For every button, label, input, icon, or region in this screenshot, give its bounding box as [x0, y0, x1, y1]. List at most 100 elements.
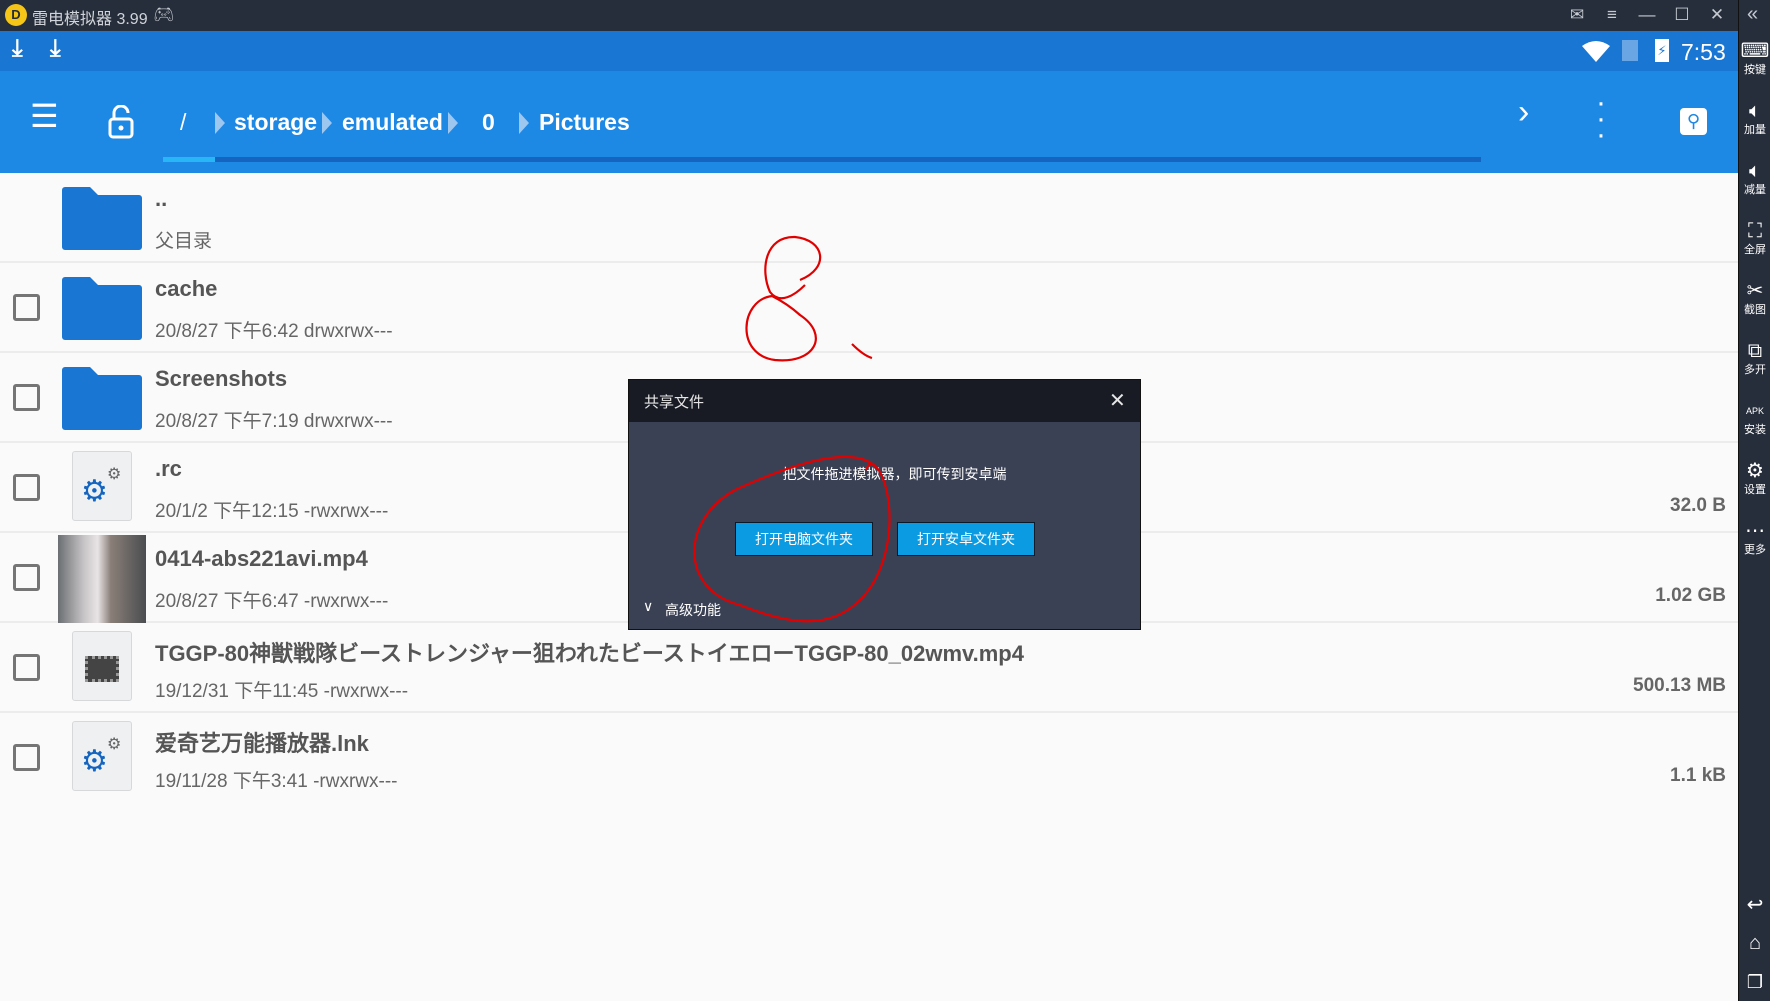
breadcrumb-arrow-icon — [519, 112, 529, 134]
breadcrumb-pictures[interactable]: Pictures — [539, 109, 630, 136]
lock-open-icon[interactable] — [108, 105, 134, 139]
sidebar-item-multi[interactable]: ⧉ 多开 — [1739, 340, 1770, 377]
select-checkbox[interactable] — [13, 654, 40, 681]
sidebar-item-settings[interactable]: ⚙ 设置 — [1739, 460, 1770, 497]
select-checkbox[interactable] — [13, 384, 40, 411]
video-file-icon — [72, 631, 132, 701]
folder-icon — [62, 187, 142, 250]
volume-down-icon: 🔈︎ — [1749, 160, 1761, 182]
file-name: TGGP-80神獣戦隊ビーストレンジャー狙われたビーストイエローTGGP-80_… — [155, 641, 1024, 666]
video-thumbnail — [58, 535, 146, 623]
mail-icon[interactable]: ✉ — [1565, 4, 1589, 26]
sidebar-label: 减量 — [1744, 184, 1766, 196]
file-name: .. — [155, 186, 168, 211]
settings-file-icon: ⚙ ⚙ — [72, 721, 132, 791]
sidebar-label: 设置 — [1744, 484, 1766, 496]
file-size: 1.02 GB — [1655, 585, 1726, 606]
sidebar-item-volume-down[interactable]: 🔈︎ 减量 — [1739, 160, 1770, 197]
hamburger-menu-icon[interactable]: ☰ — [30, 97, 59, 135]
sidebar-item-volume-up[interactable]: 🔈︎ 加量 — [1739, 100, 1770, 137]
file-meta: 19/12/31 下午11:45 -rwxrwx--- — [155, 681, 409, 702]
file-manager-toolbar: ☰ / storage emulated 0 Pictures › · · · ⚲ — [0, 71, 1738, 173]
select-checkbox[interactable] — [13, 564, 40, 591]
fullscreen-icon: ⛶ — [1748, 220, 1762, 242]
gear-icon: ⚙ — [1746, 460, 1764, 482]
sidebar-label: 多开 — [1744, 364, 1766, 376]
file-meta: 20/8/27 下午6:42 drwxrwx--- — [155, 321, 393, 342]
file-size: 32.0 B — [1670, 495, 1726, 516]
clock: 7:53 — [1681, 39, 1726, 65]
file-name: 爱奇艺万能播放器.lnk — [155, 731, 369, 756]
home-icon[interactable]: ⌂ — [1739, 932, 1770, 955]
chevron-right-icon[interactable]: › — [1518, 93, 1529, 132]
no-sim-icon — [1622, 40, 1638, 61]
file-meta: 20/8/27 下午7:19 drwxrwx--- — [155, 411, 393, 432]
wifi-icon — [1582, 41, 1610, 62]
breadcrumb-arrow-icon — [448, 112, 458, 134]
chevron-down-icon[interactable]: ∨ — [643, 598, 653, 615]
breadcrumb-storage[interactable]: storage — [234, 109, 317, 136]
gamepad-icon[interactable]: 🎮︎ — [152, 4, 176, 26]
list-item[interactable]: ⚙ ⚙ 爱奇艺万能播放器.lnk 19/11/28 下午3:41 -rwxrwx-… — [0, 713, 1738, 803]
select-checkbox[interactable] — [13, 294, 40, 321]
dialog-message: 把文件拖进模拟器，即可传到安卓端 — [782, 466, 1007, 482]
sidebar-item-keys[interactable]: ⌨ 按键 — [1739, 40, 1770, 77]
collapse-sidebar-icon[interactable]: « — [1747, 3, 1758, 26]
file-name: .rc — [155, 456, 182, 481]
menu-icon[interactable]: ≡ — [1600, 4, 1624, 26]
file-name: Screenshots — [155, 366, 288, 391]
back-icon[interactable]: ↩ — [1739, 892, 1770, 917]
file-name: 0414-abs221avi.mp4 — [155, 546, 368, 571]
breadcrumb-emulated[interactable]: emulated — [342, 109, 443, 136]
select-checkbox[interactable] — [13, 474, 40, 501]
breadcrumb-root[interactable]: / — [180, 109, 186, 136]
open-pc-folder-button[interactable]: 打开电脑文件夹 — [735, 522, 873, 556]
file-size: 1.1 kB — [1670, 765, 1726, 786]
sidebar-label: 全屏 — [1744, 244, 1766, 256]
sidebar-item-screenshot[interactable]: ✂ 截图 — [1739, 280, 1770, 317]
sidebar-label: 更多 — [1744, 544, 1766, 556]
scroll-progress-track — [163, 157, 1481, 162]
breadcrumb-arrow-icon — [322, 112, 332, 134]
battery-charging-icon: ⚡ — [1655, 39, 1669, 62]
more-icon: ⋯ — [1745, 520, 1765, 542]
close-icon[interactable]: ✕ — [1109, 388, 1126, 413]
file-name: cache — [155, 276, 218, 301]
folder-icon — [62, 367, 142, 430]
file-meta: 父目录 — [155, 231, 213, 252]
select-checkbox[interactable] — [13, 744, 40, 771]
settings-file-icon: ⚙ ⚙ — [72, 451, 132, 521]
search-icon[interactable]: ⚲ — [1680, 108, 1707, 135]
recent-apps-icon[interactable]: ❐ — [1739, 972, 1770, 993]
app-logo-icon: D — [5, 4, 27, 26]
emulator-sidebar: « ⌨ 按键 🔈︎ 加量 🔈︎ 减量 ⛶ 全屏 ✂ 截图 ⧉ 多开 APK 安装 ⚙ 设置 ⋯ 更… — [1738, 0, 1770, 1001]
file-meta: 20/1/2 下午12:15 -rwxrwx--- — [155, 501, 389, 522]
scroll-progress-thumb — [163, 157, 215, 162]
breadcrumb-0[interactable]: 0 — [482, 109, 495, 136]
close-icon[interactable]: ✕ — [1705, 4, 1729, 26]
minimize-icon[interactable]: — — [1635, 4, 1659, 26]
sidebar-label: 按键 — [1744, 64, 1766, 76]
list-item[interactable]: cache 20/8/27 下午6:42 drwxrwx--- — [0, 263, 1738, 353]
dialog-title: 共享文件 — [644, 394, 705, 411]
apk-install-icon: APK — [1745, 406, 1764, 416]
open-android-folder-button[interactable]: 打开安卓文件夹 — [897, 522, 1035, 556]
list-item-parent[interactable]: .. 父目录 — [0, 173, 1738, 263]
android-status-bar: ⤓ ⤓ ⚡ 7:53 — [0, 31, 1738, 71]
sidebar-label: 安装 — [1744, 424, 1766, 436]
sidebar-item-install[interactable]: APK 安装 — [1739, 400, 1770, 437]
list-item[interactable]: TGGP-80神獣戦隊ビーストレンジャー狙われたビーストイエローTGGP-80_… — [0, 623, 1738, 713]
dialog-header: 共享文件 ✕ — [629, 380, 1140, 422]
more-vert-icon[interactable]: · · · — [1596, 88, 1606, 150]
folder-icon — [62, 277, 142, 340]
file-size: 500.13 MB — [1633, 675, 1726, 696]
advanced-features-toggle[interactable]: 高级功能 — [665, 600, 721, 620]
maximize-icon[interactable]: ☐ — [1670, 4, 1694, 26]
download-icon: ⤓ — [50, 35, 61, 62]
sidebar-item-fullscreen[interactable]: ⛶ 全屏 — [1739, 220, 1770, 257]
window-title: 雷电模拟器 3.99 — [32, 11, 148, 28]
emulator-title-bar: D 雷电模拟器 3.99 🎮︎ ✉ ≡ — ☐ ✕ — [0, 0, 1770, 31]
sidebar-label: 截图 — [1744, 304, 1766, 316]
sidebar-item-more[interactable]: ⋯ 更多 — [1739, 520, 1770, 557]
keyboard-icon: ⌨ — [1740, 40, 1770, 62]
